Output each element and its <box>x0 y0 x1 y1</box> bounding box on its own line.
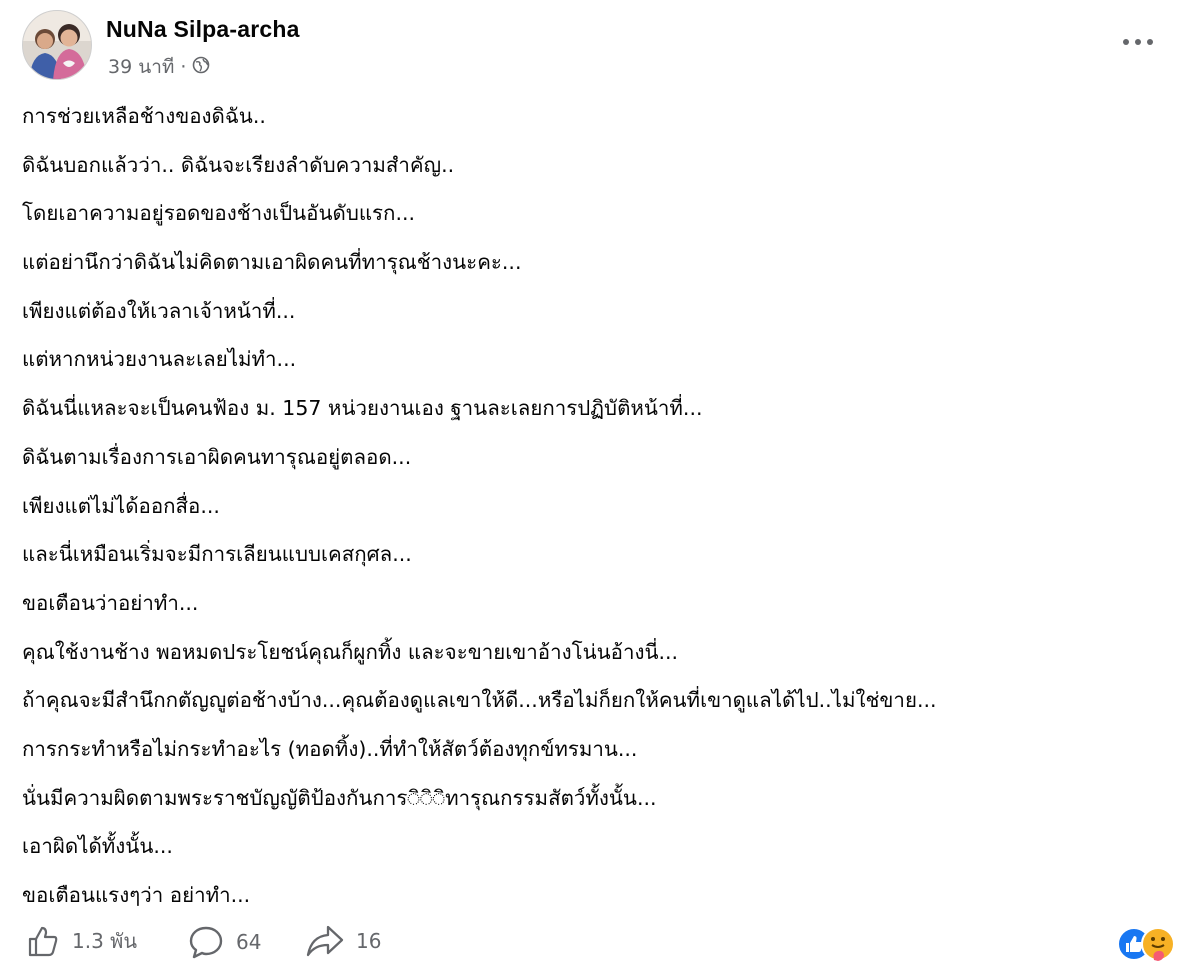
like-count: 1.3 พัน <box>72 929 138 953</box>
post-body: การช่วยเหลือช้างของดิฉัน.. ดิฉันบอกแล้วว… <box>22 96 1182 924</box>
comment-button[interactable]: 64 <box>188 924 261 960</box>
comment-icon <box>189 926 223 959</box>
author-name[interactable]: NuNa Silpa-archa <box>106 16 300 43</box>
post-line: นั่นมีความผิดตามพระราชบัญญัติป้องกันการ◌… <box>22 785 657 810</box>
comment-count: 64 <box>236 930 262 954</box>
post-line: โดยเอาความอยู่รอดของช้างเป็นอันดับแรก... <box>22 201 416 226</box>
avatar-photo <box>23 11 91 79</box>
post-line: ดิฉันนี่แหละจะเป็นคนฟ้อง ม. 157 หน่วยงาน… <box>22 396 703 421</box>
post-meta: 39 นาที · <box>108 52 210 82</box>
more-options-button[interactable] <box>1114 24 1162 60</box>
post-time[interactable]: 39 นาที <box>108 52 174 82</box>
post-line: คุณใช้งานช้าง พอหมดประโยชน์คุณก็ผูกทิ้ง … <box>22 639 679 664</box>
reaction-icons <box>1117 927 1175 961</box>
post-line: ดิฉันตามเรื่องการเอาผิดคนทารุณอยู่ตลอด..… <box>22 444 412 469</box>
meta-separator: · <box>180 56 187 78</box>
author-avatar[interactable] <box>22 10 92 80</box>
post-line: เอาผิดได้ทั้งนั้น... <box>22 834 173 859</box>
post-header: NuNa Silpa-archa 39 นาที · <box>22 10 1182 84</box>
thumbs-up-icon <box>28 926 58 957</box>
globe-icon <box>192 56 210 79</box>
facebook-post: NuNa Silpa-archa 39 นาที · การช่วยเหลือช… <box>0 0 1200 976</box>
post-line: การกระทำหรือไม่กระทำอะไร (ทอดทิ้ง)..ที่ท… <box>22 736 638 761</box>
post-line: ดิฉันบอกแล้วว่า.. ดิฉันจะเรียงลำดับความส… <box>22 152 455 177</box>
post-line: ขอเตือนว่าอย่าทำ... <box>22 590 199 615</box>
post-line: แต่หากหน่วยงานละเลยไม่ทำ... <box>22 347 297 372</box>
more-options-icon <box>1123 39 1153 45</box>
share-button[interactable]: 16 <box>306 924 381 958</box>
like-button[interactable]: 1.3 พัน <box>26 924 137 958</box>
post-line: เพียงแต่ต้องให้เวลาเจ้าหน้าที่... <box>22 298 296 323</box>
post-line: ถ้าคุณจะมีสำนึกกตัญญูต่อช้างบ้าง...คุณต้… <box>22 688 937 713</box>
share-count: 16 <box>356 929 382 953</box>
post-line: เพียงแต่ไม่ได้ออกสื่อ... <box>22 493 220 518</box>
share-icon <box>306 925 344 957</box>
care-reaction-icon <box>1141 927 1175 961</box>
post-line: แต่อย่านึกว่าดิฉันไม่คิดตามเอาผิดคนที่ทา… <box>22 250 522 275</box>
post-line: และนี่เหมือนเริ่มจะมีการเลียนแบบเคสกุศล.… <box>22 542 412 567</box>
post-line: การช่วยเหลือช้างของดิฉัน.. <box>22 104 266 128</box>
reaction-summary[interactable] <box>1116 924 1180 964</box>
post-footer: 1.3 พัน 64 16 <box>26 916 1186 972</box>
